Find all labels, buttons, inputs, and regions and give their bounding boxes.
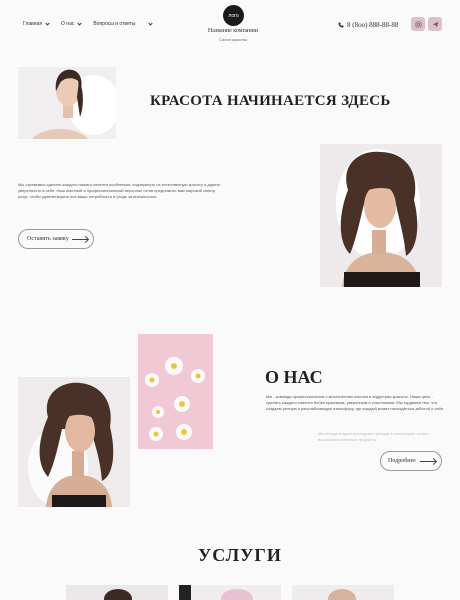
about-photo-flowers xyxy=(138,334,213,449)
arrow-right-icon xyxy=(420,461,436,462)
about-photo-woman xyxy=(18,377,130,507)
instagram-icon xyxy=(415,21,421,27)
about-faded-paragraph: Мы всегда в курсе последних трендов и ис… xyxy=(318,431,429,443)
telegram-icon xyxy=(432,21,438,27)
hero-paragraph: Мы стремимся сделать каждого нашего клие… xyxy=(18,182,221,200)
nav-item-about[interactable]: О нас xyxy=(61,20,82,27)
logo[interactable]: лого xyxy=(223,5,244,26)
chevron-down-icon xyxy=(45,20,50,26)
phone-link[interactable]: 8 (8oo) 888-88-88 xyxy=(338,21,398,29)
about-title: О НАС xyxy=(265,367,323,387)
chevron-down-icon xyxy=(77,20,82,26)
about-paragraph: Мы - команда профессионалов с многолетни… xyxy=(266,394,445,412)
nav-more-dropdown[interactable] xyxy=(147,20,154,27)
telegram-button[interactable] xyxy=(428,17,442,31)
more-button[interactable]: Подробнее xyxy=(380,451,442,471)
service-card-2[interactable] xyxy=(179,585,281,600)
nav-item-faq[interactable]: Вопросы и ответы xyxy=(93,21,135,27)
chevron-down-icon xyxy=(148,20,154,26)
hero-photo-woman-2 xyxy=(320,144,442,287)
hero-photo-woman-1 xyxy=(18,67,116,139)
request-button[interactable]: Оставить заявку xyxy=(18,229,94,249)
arrow-right-icon xyxy=(72,239,88,240)
nav-item-home[interactable]: Главная xyxy=(23,20,50,27)
tagline: Салон красоты xyxy=(218,37,248,42)
phone-icon xyxy=(338,22,344,28)
hero-title: КРАСОТА НАЧИНАЕТСЯ ЗДЕСЬ xyxy=(150,93,391,109)
services-title: УСЛУГИ xyxy=(198,545,282,565)
service-card-3[interactable] xyxy=(292,585,394,600)
company-name: Название компании xyxy=(207,28,259,34)
instagram-button[interactable] xyxy=(411,17,425,31)
main-nav: Главная О нас Вопросы и ответы xyxy=(23,20,154,27)
service-card-1[interactable] xyxy=(66,585,168,600)
